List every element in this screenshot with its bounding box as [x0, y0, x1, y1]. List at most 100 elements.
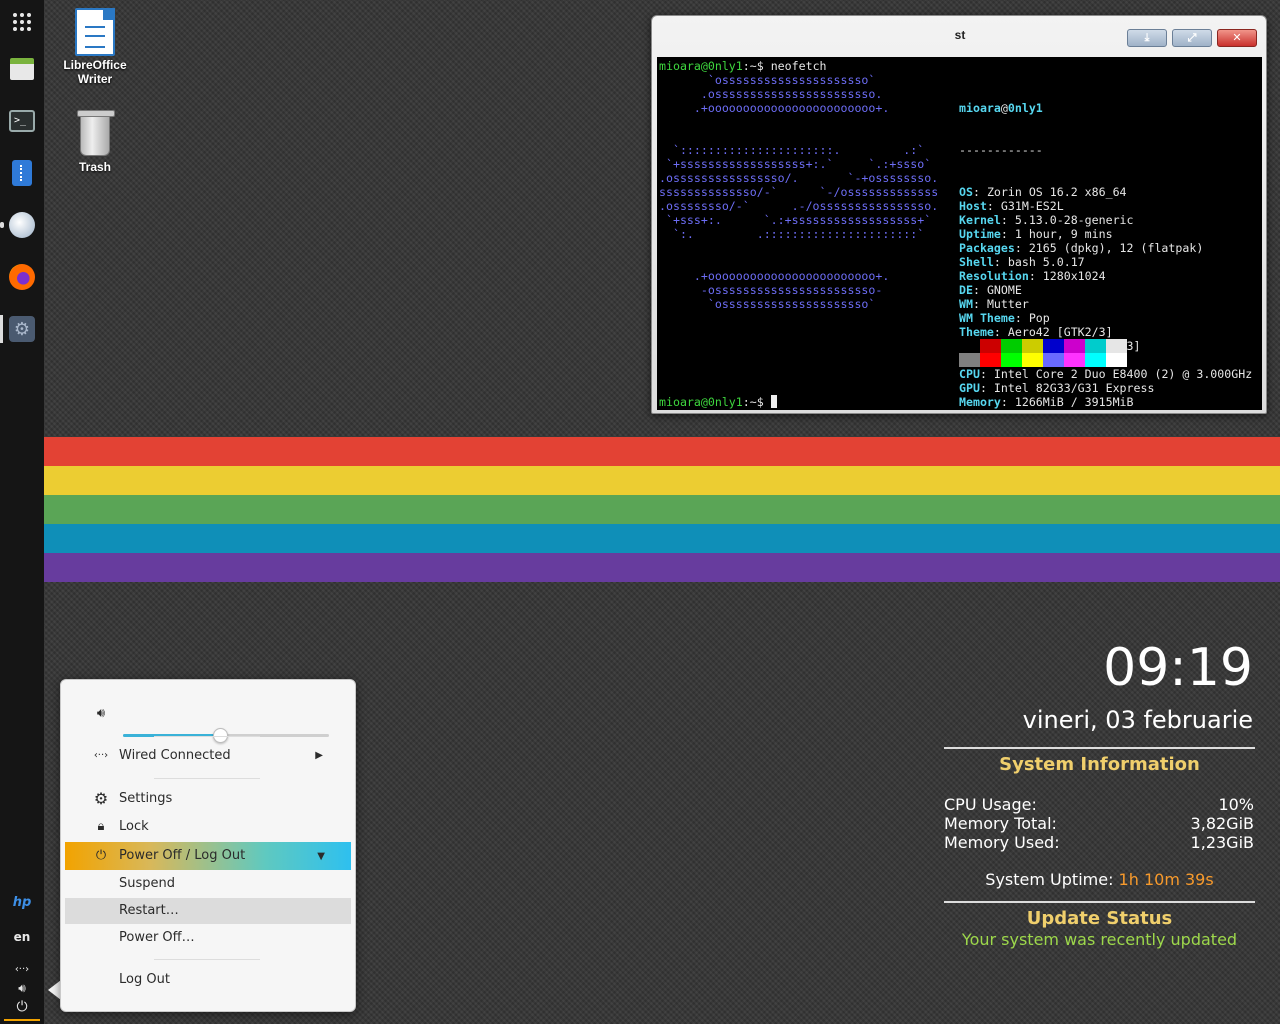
info-line: GPU: Intel 82G33/G31 Express	[959, 381, 1155, 395]
info-key: OS	[959, 185, 973, 199]
wallpaper-stripe-green	[44, 495, 1280, 524]
speaker-icon: 🔊︎	[96, 706, 106, 721]
disk-launcher[interactable]	[0, 203, 44, 247]
volume-status-icon[interactable]: 🔊︎	[0, 981, 44, 996]
info-key: DE	[959, 283, 973, 297]
info-key: Memory	[959, 395, 1001, 409]
settings-launcher[interactable]: ⚙	[0, 307, 44, 351]
chevron-down-icon: ▼	[317, 851, 325, 862]
info-line: WM Theme: Pop	[959, 311, 1050, 325]
menu-item-label: Lock	[119, 819, 149, 834]
info-value: Pop	[1028, 311, 1050, 325]
keyboard-layout-indicator[interactable]: en	[0, 930, 44, 944]
palette-swatch	[959, 339, 980, 353]
power-icon: ⏻	[95, 848, 107, 863]
libreoffice-writer-desktop-icon[interactable]: LibreOffice Writer	[53, 8, 137, 86]
info-key: Shell	[959, 255, 994, 269]
info-line: OS: Zorin OS 16.2 x86_64	[959, 185, 1127, 199]
info-line: Kernel: 5.13.0-28-generic	[959, 213, 1134, 227]
restart-item[interactable]: Restart…	[65, 898, 351, 924]
terminal-launcher[interactable]: >_	[0, 99, 44, 143]
terminal-icon: >_	[9, 110, 35, 132]
prompt-user: mioara@0nly1	[659, 395, 743, 409]
info-value: 1266MiB / 3915MiB	[1014, 395, 1134, 409]
separator	[154, 959, 260, 960]
info-value: 5.13.0-28-generic	[1014, 213, 1134, 227]
hp-logo-icon[interactable]: hp	[0, 895, 44, 910]
info-key: Uptime	[959, 227, 1001, 241]
power-off-log-out-item[interactable]: ⏻ Power Off / Log Out ▼	[65, 842, 351, 870]
terminal-window[interactable]: st ⤓ ⤢ ✕ mioara@0nly1:~$ neofetch `ossss…	[651, 15, 1267, 414]
menu-item-label: Power Off / Log Out	[119, 848, 246, 863]
palette-swatch	[1085, 339, 1106, 353]
files-launcher[interactable]	[0, 47, 44, 91]
info-value: 2165 (dpkg), 12 (flatpak)	[1028, 241, 1204, 255]
stat-value: 10%	[1218, 795, 1254, 814]
minimize-button[interactable]: ⤓	[1127, 29, 1167, 47]
palette-swatch	[1085, 353, 1106, 367]
stat-value: 3,82GiB	[1190, 814, 1254, 833]
logo-line: .+oooooooooooooooooooooooo+.	[659, 101, 890, 115]
palette-swatch	[1106, 353, 1127, 367]
show-apps-button[interactable]	[0, 0, 44, 44]
palette-swatch	[959, 353, 980, 367]
clock-date: vineri, 03 februarie	[1022, 706, 1253, 734]
palette-swatch	[1001, 353, 1022, 367]
power-status-icon[interactable]: ⏻	[4, 999, 40, 1021]
network-status-icon[interactable]: ‹··›	[0, 964, 44, 975]
terminal-output[interactable]: mioara@0nly1:~$ neofetch `osssssssssssss…	[657, 57, 1262, 410]
active-prompt[interactable]: mioara@0nly1:~$	[659, 395, 777, 409]
palette-swatch	[1043, 339, 1064, 353]
info-key: Resolution	[959, 269, 1029, 283]
logo-line: .+oooooooooooooooooooooooo+.	[659, 269, 890, 283]
trash-desktop-icon[interactable]: Trash	[53, 110, 137, 174]
wired-network-item[interactable]: ‹··› Wired Connected ▶	[65, 743, 351, 769]
info-key: WM Theme	[959, 311, 1015, 325]
logo-line: .ossssssso/-` .-/ossssssssssssssso.	[659, 199, 939, 213]
files-icon	[10, 58, 34, 80]
volume-row: 🔊︎	[65, 701, 351, 743]
close-button[interactable]: ✕	[1217, 29, 1257, 47]
disk-icon	[9, 212, 35, 238]
log-out-item[interactable]: Log Out	[65, 967, 351, 993]
firefox-icon	[9, 264, 35, 290]
palette-swatch	[1022, 339, 1043, 353]
gear-icon: ⚙	[93, 789, 109, 808]
show-apps-icon	[13, 13, 31, 31]
info-line: Packages: 2165 (dpkg), 12 (flatpak)	[959, 241, 1204, 255]
palette-swatch	[980, 339, 1001, 353]
logo-line	[659, 115, 938, 129]
menu-item-label: Suspend	[119, 876, 176, 891]
logo-line: -osssssssssssssssssssssso-	[659, 283, 883, 297]
info-line: Host: G31M-ES2L	[959, 199, 1064, 213]
lock-item[interactable]: 🔒︎ Lock	[65, 814, 351, 840]
palette-swatch	[980, 353, 1001, 367]
info-header: mioara@0nly1	[959, 101, 1043, 115]
info-line: Memory: 1266MiB / 3915MiB	[959, 395, 1134, 409]
wallpaper-stripe-yellow	[44, 466, 1280, 495]
settings-icon: ⚙	[9, 316, 35, 342]
info-key: GPU	[959, 381, 980, 395]
palette-swatch	[1043, 353, 1064, 367]
info-line: DE: GNOME	[959, 283, 1022, 297]
firefox-launcher[interactable]	[0, 255, 44, 299]
suspend-item[interactable]: Suspend	[65, 871, 351, 897]
info-key: Kernel	[959, 213, 1001, 227]
logo-line	[659, 241, 938, 255]
memory-total-row: Memory Total: 3,82GiB	[944, 814, 1254, 833]
divider	[944, 901, 1255, 903]
settings-item[interactable]: ⚙ Settings	[65, 786, 351, 812]
power-off-item[interactable]: Power Off…	[65, 925, 351, 951]
menu-item-label: Power Off…	[119, 930, 195, 945]
logo-line: `::::::::::::::::::::::. .:`	[659, 143, 925, 157]
palette-swatch	[1064, 353, 1085, 367]
clock-time: 09:19	[1103, 638, 1253, 698]
distro-ascii-logo: `osssssssssssssssssssso` .osssssssssssss…	[659, 73, 938, 311]
info-value: GNOME	[986, 283, 1022, 297]
info-value: Mutter	[986, 297, 1029, 311]
info-value: Intel Core 2 Duo E8400 (2) @ 3.000GHz	[993, 367, 1253, 381]
info-line: WM: Mutter	[959, 297, 1029, 311]
prompt-path: :~$	[742, 59, 771, 73]
maximize-button[interactable]: ⤢	[1172, 29, 1212, 47]
documents-launcher[interactable]	[0, 151, 44, 195]
